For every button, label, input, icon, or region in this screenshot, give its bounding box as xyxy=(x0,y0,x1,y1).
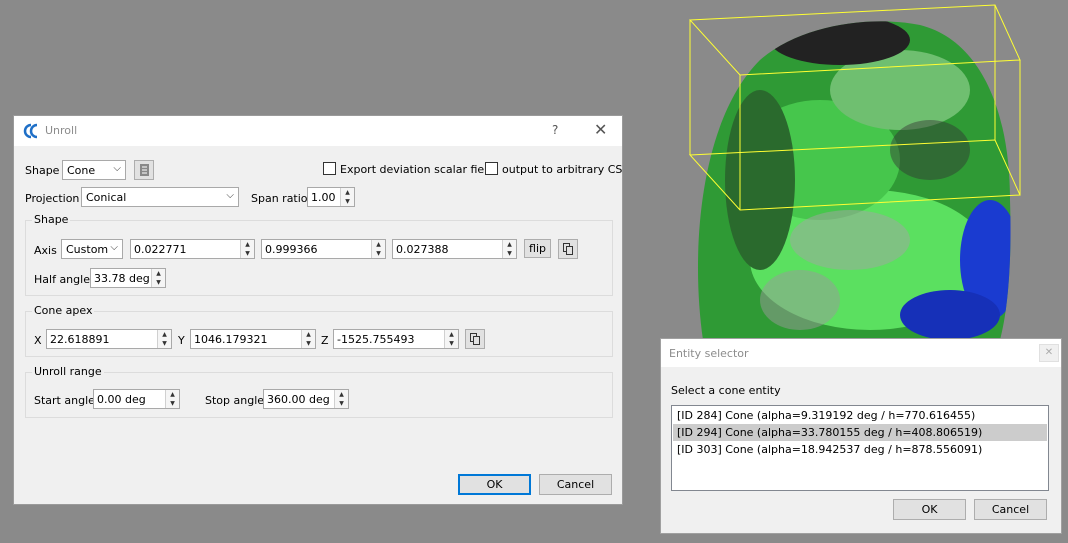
spin-arrows-icon[interactable]: ▲ ▼ xyxy=(301,330,315,348)
unroll-dialog: Unroll ? ✕ Shape Cone ⌵ Export deviation… xyxy=(13,115,623,505)
axis-y-spinbox[interactable]: 0.999366 ▲ ▼ xyxy=(261,239,386,259)
half-angle-value: 33.78 deg xyxy=(94,272,150,285)
projection-label: Projection xyxy=(25,192,80,205)
span-ratio-label: Span ratio xyxy=(251,192,308,205)
dialog-title: Unroll xyxy=(45,124,78,137)
entity-selector-dialog: Entity selector ✕ Select a cone entity [… xyxy=(660,338,1062,534)
stop-angle-label: Stop angle xyxy=(205,394,265,407)
entity-cancel-button[interactable]: Cancel xyxy=(974,499,1047,520)
spin-arrows-icon[interactable]: ▲ ▼ xyxy=(502,240,516,258)
apex-x-spinbox[interactable]: 22.618891 ▲ ▼ xyxy=(46,329,172,349)
unroll-titlebar[interactable]: Unroll ? ✕ xyxy=(14,116,622,146)
shape-label: Shape xyxy=(25,164,60,177)
axis-x-spinbox[interactable]: 0.022771 ▲ ▼ xyxy=(130,239,255,259)
span-ratio-value: 1.00 xyxy=(311,191,336,204)
axis-z-value: 0.027388 xyxy=(396,243,449,256)
half-angle-spinbox[interactable]: 33.78 deg ▲ ▼ xyxy=(90,268,166,288)
entity-selector-title: Entity selector xyxy=(669,347,749,360)
entity-ok-button[interactable]: OK xyxy=(893,499,966,520)
stop-angle-spinbox[interactable]: 360.00 deg ▲ ▼ xyxy=(263,389,349,409)
apex-x-value: 22.618891 xyxy=(50,333,110,346)
cancel-button[interactable]: Cancel xyxy=(539,474,612,495)
start-angle-label: Start angle xyxy=(34,394,95,407)
help-button[interactable]: ? xyxy=(552,123,558,137)
axis-mode-value: Custom xyxy=(66,243,109,256)
apex-x-label: X xyxy=(34,334,42,347)
choose-entity-button[interactable] xyxy=(134,160,154,180)
start-angle-spinbox[interactable]: 0.00 deg ▲ ▼ xyxy=(93,389,180,409)
export-deviation-checkbox[interactable] xyxy=(323,162,336,175)
ok-button[interactable]: OK xyxy=(458,474,531,495)
apex-z-value: -1525.755493 xyxy=(337,333,415,346)
copy-axis-button[interactable] xyxy=(558,239,578,259)
spin-arrows-icon[interactable]: ▲ ▼ xyxy=(240,240,254,258)
cone-apex-group-title: Cone apex xyxy=(32,304,95,317)
unroll-range-group-title: Unroll range xyxy=(32,365,104,378)
flip-button[interactable]: flip xyxy=(524,239,551,258)
start-angle-value: 0.00 deg xyxy=(97,393,146,406)
axis-mode-combo[interactable]: Custom ⌵ xyxy=(61,239,123,259)
spin-arrows-icon[interactable]: ▲ ▼ xyxy=(334,390,348,408)
stop-angle-value: 360.00 deg xyxy=(267,393,330,406)
chevron-down-icon: ⌵ xyxy=(110,242,118,253)
copy-apex-button[interactable] xyxy=(465,329,485,349)
spin-arrows-icon[interactable]: ▲ ▼ xyxy=(165,390,179,408)
export-deviation-label: Export deviation scalar field xyxy=(340,163,495,176)
close-button[interactable]: ✕ xyxy=(594,120,607,139)
spin-arrows-icon[interactable]: ▲ ▼ xyxy=(157,330,171,348)
apex-z-spinbox[interactable]: -1525.755493 ▲ ▼ xyxy=(333,329,459,349)
entity-selector-titlebar[interactable]: Entity selector ✕ xyxy=(661,339,1061,367)
output-arbitrary-cs-checkbox[interactable] xyxy=(485,162,498,175)
shape-combo-value: Cone xyxy=(67,164,96,177)
axis-y-value: 0.999366 xyxy=(265,243,318,256)
shape-group-title: Shape xyxy=(32,213,71,226)
spin-arrows-icon[interactable]: ▲ ▼ xyxy=(151,269,165,287)
apex-z-label: Z xyxy=(321,334,329,347)
cloudcompare-logo-icon xyxy=(23,123,38,139)
apex-y-spinbox[interactable]: 1046.179321 ▲ ▼ xyxy=(190,329,316,349)
shape-combo[interactable]: Cone ⌵ xyxy=(62,160,126,180)
entity-list-icon xyxy=(140,164,149,176)
projection-combo[interactable]: Conical ⌵ xyxy=(81,187,239,207)
apex-y-label: Y xyxy=(178,334,185,347)
copy-icon xyxy=(563,243,573,255)
spin-arrows-icon[interactable]: ▲ ▼ xyxy=(444,330,458,348)
chevron-down-icon: ⌵ xyxy=(226,190,234,201)
half-angle-label: Half angle xyxy=(34,273,90,286)
axis-z-spinbox[interactable]: 0.027388 ▲ ▼ xyxy=(392,239,517,259)
axis-label: Axis xyxy=(34,244,57,257)
projection-combo-value: Conical xyxy=(86,191,127,204)
chevron-down-icon: ⌵ xyxy=(113,163,121,174)
entity-selector-prompt: Select a cone entity xyxy=(671,384,781,397)
list-item[interactable]: [ID 284] Cone (alpha=9.319192 deg / h=77… xyxy=(673,407,1047,424)
list-item[interactable]: [ID 303] Cone (alpha=18.942537 deg / h=8… xyxy=(673,441,1047,458)
spin-arrows-icon[interactable]: ▲ ▼ xyxy=(371,240,385,258)
scanned-mesh xyxy=(697,21,1011,340)
copy-icon xyxy=(470,333,480,345)
apex-y-value: 1046.179321 xyxy=(194,333,268,346)
cone-entity-list[interactable]: [ID 284] Cone (alpha=9.319192 deg / h=77… xyxy=(671,405,1049,491)
span-ratio-spinbox[interactable]: 1.00 ▲ ▼ xyxy=(307,187,355,207)
list-item-selected[interactable]: [ID 294] Cone (alpha=33.780155 deg / h=4… xyxy=(673,424,1047,441)
output-arbitrary-cs-label: output to arbitrary CS xyxy=(502,163,623,176)
spin-arrows-icon[interactable]: ▲ ▼ xyxy=(340,188,354,206)
close-icon[interactable]: ✕ xyxy=(1039,344,1059,362)
axis-x-value: 0.022771 xyxy=(134,243,187,256)
